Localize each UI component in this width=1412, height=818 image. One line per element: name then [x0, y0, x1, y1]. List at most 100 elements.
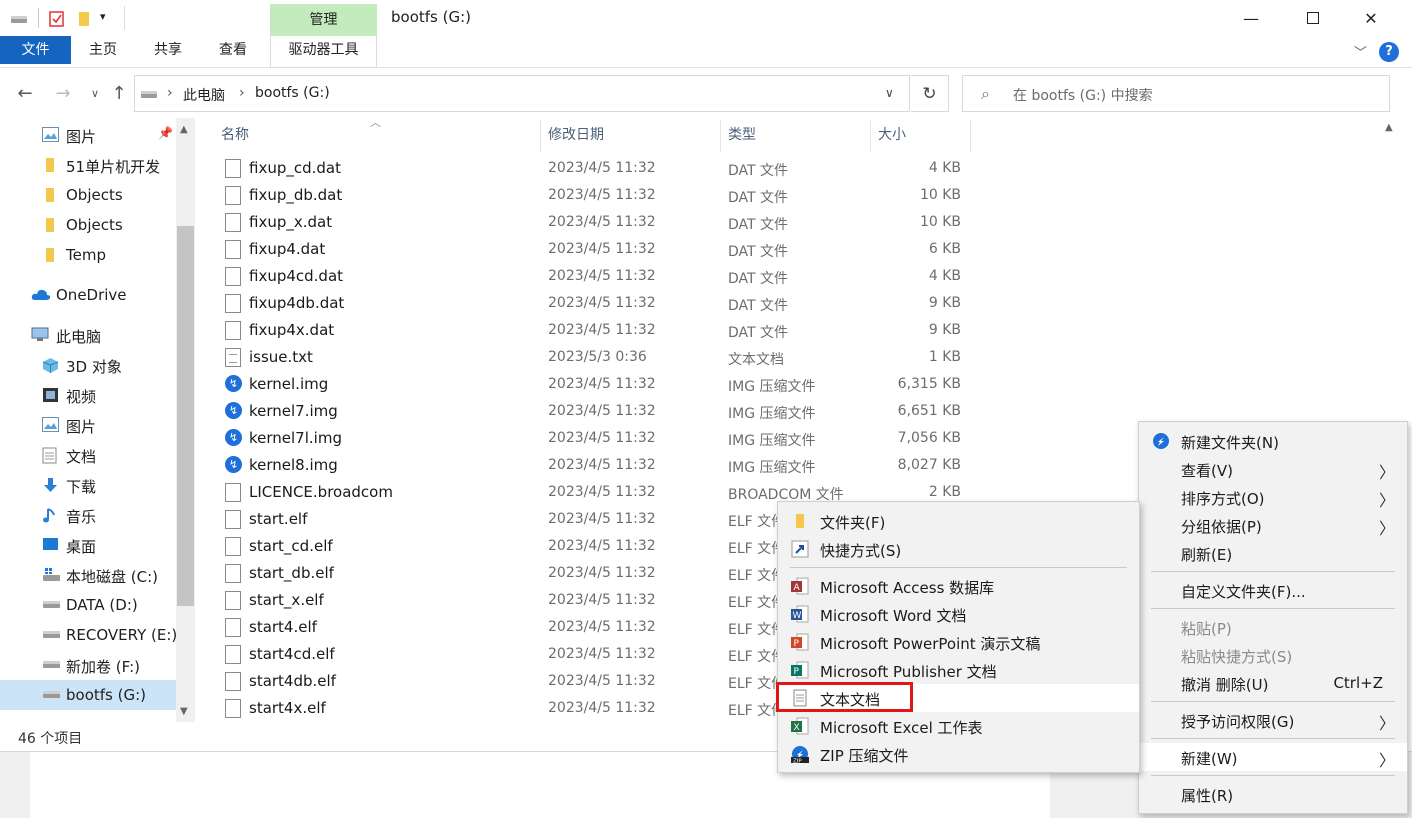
- manage-context-tab[interactable]: 管理: [270, 4, 377, 36]
- close-button[interactable]: ✕: [1348, 0, 1394, 36]
- column-divider[interactable]: [720, 120, 721, 152]
- nav-scrollbar-thumb[interactable]: [177, 226, 194, 606]
- menu-item-new-folder[interactable]: 新建文件夹(N): [1139, 427, 1407, 455]
- menu-item-sort[interactable]: 排序方式(O) 〉: [1139, 483, 1407, 511]
- file-type: IMG 压缩文件: [728, 460, 816, 476]
- new-folder-icon[interactable]: [76, 10, 94, 26]
- maximize-button[interactable]: [1290, 0, 1336, 36]
- nav-item[interactable]: Temp: [0, 240, 176, 270]
- expand-ribbon-icon[interactable]: ﹀: [1354, 42, 1367, 61]
- nav-item[interactable]: Objects: [0, 210, 176, 240]
- menu-item-new-publisher[interactable]: P Microsoft Publisher 文档: [778, 656, 1139, 684]
- file-name: start4db.elf: [249, 672, 336, 690]
- refresh-button[interactable]: ↻: [911, 75, 949, 112]
- column-header-size[interactable]: 大小: [878, 124, 906, 150]
- menu-item-new[interactable]: 新建(W) 〉: [1139, 743, 1407, 771]
- menu-item-new-powerpoint[interactable]: P Microsoft PowerPoint 演示文稿: [778, 628, 1139, 656]
- file-row[interactable]: fixup4x.dat 2023/4/5 11:32 DAT 文件 9 KB: [215, 317, 975, 344]
- nav-item[interactable]: DATA (D:): [0, 590, 176, 620]
- search-input[interactable]: ⌕ 在 bootfs (G:) 中搜索: [962, 75, 1390, 112]
- nav-item[interactable]: 51单片机开发: [0, 150, 176, 180]
- menu-item-properties[interactable]: 属性(R): [1139, 780, 1407, 808]
- tab-share[interactable]: 共享: [143, 36, 193, 64]
- menu-item-refresh[interactable]: 刷新(E): [1139, 539, 1407, 567]
- nav-item[interactable]: 音乐: [0, 500, 176, 530]
- menu-item-customize-folder[interactable]: 自定义文件夹(F)...: [1139, 576, 1407, 604]
- nav-item[interactable]: 此电脑: [0, 320, 176, 350]
- minimize-button[interactable]: —: [1228, 0, 1274, 36]
- back-arrow-icon[interactable]: ←: [14, 80, 36, 106]
- file-row[interactable]: fixup4db.dat 2023/4/5 11:32 DAT 文件 9 KB: [215, 290, 975, 317]
- nav-item[interactable]: OneDrive: [0, 280, 176, 310]
- menu-item-label: Microsoft PowerPoint 演示文稿: [820, 635, 1041, 653]
- nav-item[interactable]: 下载: [0, 470, 176, 500]
- tab-drive-tools[interactable]: 驱动器工具: [270, 36, 377, 68]
- column-divider[interactable]: [870, 120, 871, 152]
- nav-item[interactable]: 3D 对象: [0, 350, 176, 380]
- menu-item-grant-access[interactable]: 授予访问权限(G) 〉: [1139, 706, 1407, 734]
- menu-item-new-excel[interactable]: X Microsoft Excel 工作表: [778, 712, 1139, 740]
- properties-icon[interactable]: [48, 10, 66, 27]
- nav-item[interactable]: 文档: [0, 440, 176, 470]
- menu-item-new-access[interactable]: A Microsoft Access 数据库: [778, 572, 1139, 600]
- recent-locations-icon[interactable]: ∨: [84, 80, 106, 106]
- chevron-right-icon[interactable]: ›: [239, 85, 245, 101]
- file-row[interactable]: issue.txt 2023/5/3 0:36 文本文档 1 KB: [215, 344, 975, 371]
- scroll-up-arrow-icon[interactable]: ▲: [1385, 122, 1393, 133]
- file-row[interactable]: ↯ kernel.img 2023/4/5 11:32 IMG 压缩文件 6,315 K…: [215, 371, 975, 398]
- nav-item[interactable]: 本地磁盘 (C:): [0, 560, 176, 590]
- customize-toolbar-icon[interactable]: ▾: [100, 10, 106, 23]
- menu-separator: [1151, 701, 1395, 702]
- nav-item[interactable]: 图片: [0, 120, 176, 150]
- drive-icon[interactable]: [10, 10, 28, 26]
- nav-item[interactable]: RECOVERY (E:): [0, 620, 177, 650]
- column-divider[interactable]: [540, 120, 541, 152]
- nav-item[interactable]: 视频: [0, 380, 176, 410]
- breadcrumb-bootfs[interactable]: bootfs (G:): [255, 85, 330, 101]
- file-row[interactable]: fixup4.dat 2023/4/5 11:32 DAT 文件 6 KB: [215, 236, 975, 263]
- file-row[interactable]: fixup_cd.dat 2023/4/5 11:32 DAT 文件 4 KB: [215, 155, 975, 182]
- nav-item[interactable]: Objects: [0, 180, 176, 210]
- folder-icon: [42, 247, 59, 263]
- nav-item[interactable]: 图片: [0, 410, 176, 440]
- file-row[interactable]: fixup_db.dat 2023/4/5 11:32 DAT 文件 10 KB: [215, 182, 975, 209]
- help-icon[interactable]: ?: [1379, 42, 1399, 62]
- file-row[interactable]: ↯ kernel7l.img 2023/4/5 11:32 IMG 压缩文件 7,056…: [215, 425, 975, 452]
- menu-item-new-zip[interactable]: ZIP ZIP 压缩文件: [778, 740, 1139, 768]
- file-row[interactable]: fixup_x.dat 2023/4/5 11:32 DAT 文件 10 KB: [215, 209, 975, 236]
- new-folder-icon: [1152, 432, 1170, 450]
- menu-separator: [790, 567, 1127, 568]
- forward-arrow-icon[interactable]: →: [52, 80, 74, 106]
- up-arrow-icon[interactable]: ↑: [108, 80, 130, 106]
- breadcrumb-this-pc[interactable]: 此电脑: [183, 85, 225, 105]
- file-row[interactable]: ↯ kernel8.img 2023/4/5 11:32 IMG 压缩文件 8,027 …: [215, 452, 975, 479]
- scroll-down-arrow-icon[interactable]: ▼: [180, 706, 188, 717]
- chevron-down-icon[interactable]: ∨: [885, 86, 894, 100]
- chevron-right-icon[interactable]: ›: [167, 85, 173, 101]
- file-type: DAT 文件: [728, 217, 789, 233]
- file-list-scrollbar[interactable]: ▲: [1381, 118, 1400, 418]
- menu-item-new-word[interactable]: W Microsoft Word 文档: [778, 600, 1139, 628]
- menu-item-group[interactable]: 分组依据(P) 〉: [1139, 511, 1407, 539]
- pictures-icon: [42, 127, 59, 143]
- tab-file[interactable]: 文件: [0, 36, 71, 64]
- column-divider[interactable]: [970, 120, 971, 152]
- column-header-type[interactable]: 类型: [728, 124, 756, 150]
- menu-item-new-folder-sub[interactable]: 文件夹(F): [778, 507, 1139, 535]
- menu-item-new-shortcut[interactable]: 快捷方式(S): [778, 535, 1139, 563]
- nav-item[interactable]: 新加卷 (F:): [0, 650, 176, 680]
- scroll-up-arrow-icon[interactable]: ▲: [180, 124, 188, 135]
- menu-item-undo-delete[interactable]: 撤消 删除(U) Ctrl+Z: [1139, 669, 1407, 697]
- tab-view[interactable]: 查看: [208, 36, 258, 64]
- address-bar[interactable]: › 此电脑 › bootfs (G:) ∨: [134, 75, 910, 112]
- menu-item-view[interactable]: 查看(V) 〉: [1139, 455, 1407, 483]
- column-header-name[interactable]: 名称: [221, 124, 249, 150]
- column-header-date[interactable]: 修改日期: [548, 124, 604, 150]
- nav-item[interactable]: bootfs (G:): [0, 680, 176, 710]
- shortcut-label: Ctrl+Z: [1333, 674, 1383, 692]
- nav-item[interactable]: 桌面: [0, 530, 176, 560]
- file-row[interactable]: ↯ kernel7.img 2023/4/5 11:32 IMG 压缩文件 6,651 …: [215, 398, 975, 425]
- tab-home[interactable]: 主页: [78, 36, 128, 64]
- file-row[interactable]: fixup4cd.dat 2023/4/5 11:32 DAT 文件 4 KB: [215, 263, 975, 290]
- file-icon: [225, 672, 241, 691]
